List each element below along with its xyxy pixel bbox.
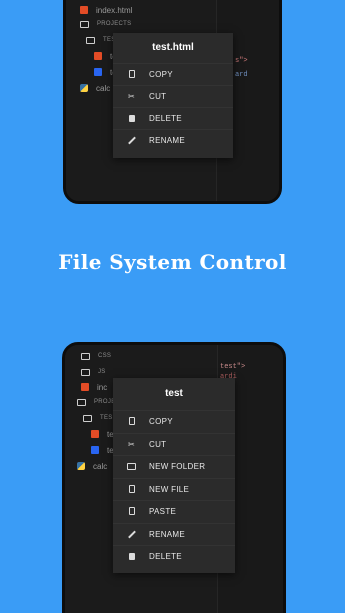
menu-item-delete[interactable]: DELETE (113, 107, 233, 129)
menu-item-label: NEW FILE (149, 484, 190, 494)
python-file-icon (80, 84, 88, 92)
tree-item-calc[interactable]: calc (77, 459, 107, 473)
scissors-icon: ✂ (127, 439, 135, 449)
tree-item-label: calc (96, 83, 111, 93)
trash-icon (127, 552, 136, 561)
menu-item-label: DELETE (149, 114, 182, 123)
menu-item-paste[interactable]: PASTE (113, 500, 235, 523)
headline: File System Control (58, 250, 287, 274)
folder-icon (83, 414, 92, 422)
menu-item-label: PASTE (149, 507, 177, 517)
paste-icon (127, 507, 136, 516)
trash-icon (127, 114, 136, 123)
tree-item-index-html[interactable]: index.html (80, 3, 132, 17)
menu-item-new-file[interactable]: NEW FILE (113, 477, 235, 501)
menu-item-cut[interactable]: ✂ CUT (113, 432, 235, 456)
tree-item-test[interactable]: TES (83, 411, 113, 425)
menu-item-label: COPY (149, 417, 173, 427)
html-file-icon (81, 383, 89, 391)
html-file-icon (80, 6, 88, 14)
menu-item-copy[interactable]: COPY (113, 410, 235, 433)
menu-item-cut[interactable]: ✂ CUT (113, 85, 233, 107)
context-menu-folder: test COPY ✂ CUT NEW FOLDER NEW FILE PAST… (113, 378, 235, 573)
folder-icon (81, 368, 90, 376)
tree-item-js-folder[interactable]: JS (81, 365, 106, 379)
menu-item-label: COPY (149, 70, 173, 79)
menu-item-label: CUT (149, 439, 167, 449)
context-menu-title: test (165, 388, 183, 399)
tree-item-label: PROJECTS (97, 21, 132, 27)
folder-icon (86, 36, 95, 44)
tree-item-label: CSS (98, 353, 112, 359)
tree-item-label: JS (98, 369, 106, 375)
code-line: test"> (220, 363, 246, 371)
python-file-icon (77, 462, 85, 470)
folder-icon (80, 20, 89, 28)
new-file-icon (127, 484, 136, 494)
tree-item-label: TES (100, 415, 113, 421)
context-menu-file: test.html COPY ✂ CUT DELETE RENAME (113, 33, 233, 158)
menu-item-label: RENAME (149, 136, 186, 145)
menu-item-label: DELETE (149, 552, 182, 562)
tree-item-index-html[interactable]: inc (81, 380, 107, 394)
code-line: ard (235, 71, 248, 79)
tree-item-test-html[interactable]: te (91, 427, 114, 441)
menu-item-rename[interactable]: RENAME (113, 129, 233, 151)
menu-item-label: RENAME (149, 529, 186, 539)
menu-item-label: NEW FOLDER (149, 462, 206, 472)
folder-icon (81, 352, 90, 360)
css-file-icon (94, 68, 102, 76)
tree-item-test-css[interactable]: te (91, 443, 114, 457)
menu-item-rename[interactable]: RENAME (113, 522, 235, 546)
tree-item-projects[interactable]: PROJE (77, 395, 116, 409)
folder-icon (77, 398, 86, 406)
menu-item-delete[interactable]: DELETE (113, 545, 235, 568)
new-folder-icon (127, 462, 136, 471)
code-line: s"> (235, 57, 248, 65)
html-file-icon (94, 52, 102, 60)
html-file-icon (91, 430, 99, 438)
copy-icon (127, 417, 136, 426)
pencil-icon (127, 136, 136, 145)
tree-item-projects[interactable]: PROJECTS (80, 17, 131, 31)
scissors-icon: ✂ (127, 92, 135, 101)
copy-icon (127, 70, 136, 79)
menu-item-new-folder[interactable]: NEW FOLDER (113, 455, 235, 478)
css-file-icon (91, 446, 99, 454)
tree-item-css-folder[interactable]: CSS (81, 349, 111, 363)
tree-item-label: index.html (96, 5, 133, 15)
tree-item-calc[interactable]: calc (80, 81, 110, 95)
tree-item-label: inc (97, 382, 108, 392)
menu-item-copy[interactable]: COPY (113, 63, 233, 85)
pencil-icon (127, 530, 136, 539)
menu-item-label: CUT (149, 92, 167, 101)
tree-item-label: calc (93, 461, 108, 471)
context-menu-title: test.html (152, 42, 194, 53)
